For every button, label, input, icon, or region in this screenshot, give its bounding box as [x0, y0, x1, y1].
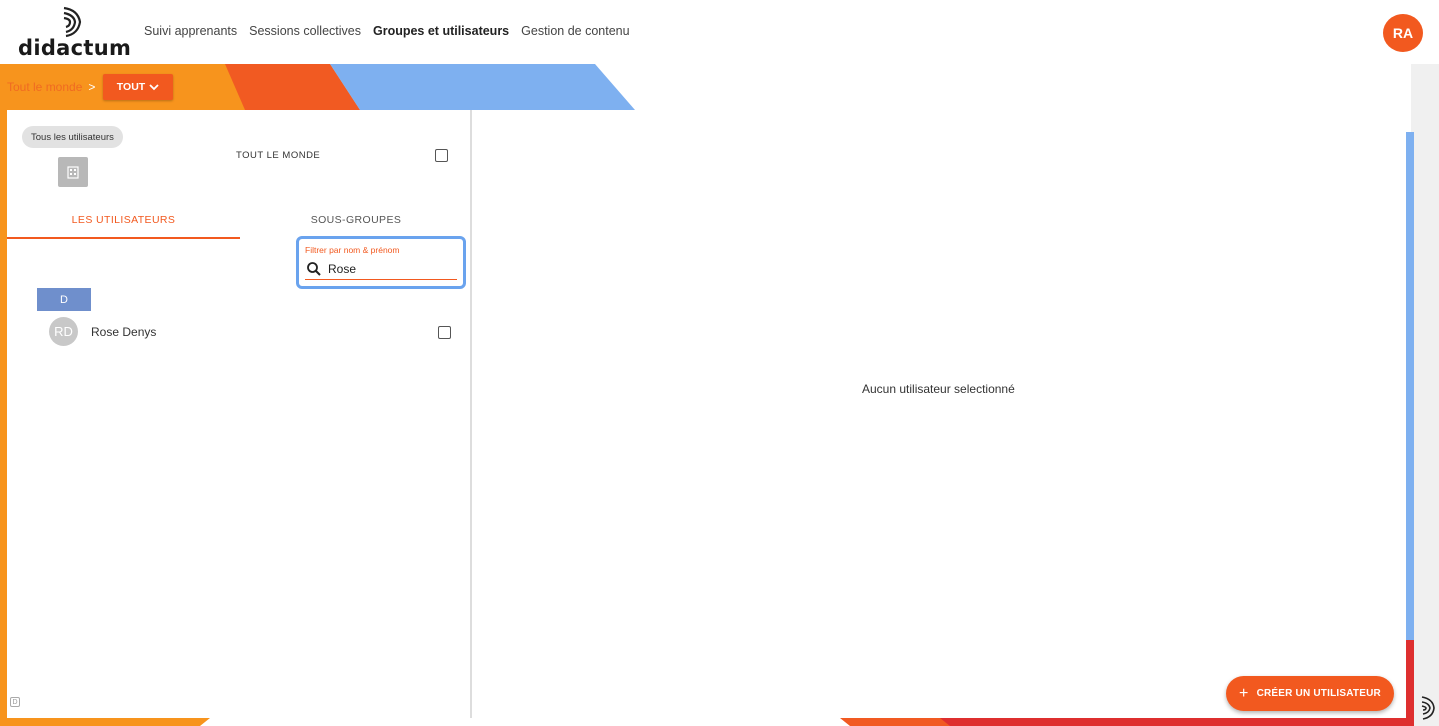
decorative-red-bar [1406, 640, 1414, 726]
decorative-left-bar [0, 110, 7, 726]
user-name[interactable]: Rose Denys [91, 325, 156, 339]
profile-avatar[interactable]: RA [1383, 14, 1423, 52]
main-nav: Suivi apprenants Sessions collectives Gr… [144, 24, 630, 38]
decorative-banner [0, 64, 635, 110]
user-detail-panel: Aucun utilisateur selectionné [475, 110, 1411, 718]
breadcrumb-separator: > [88, 80, 96, 94]
nav-groupes-utilisateurs[interactable]: Groupes et utilisateurs [373, 24, 509, 38]
breadcrumb: Tout le monde > [7, 80, 103, 94]
create-user-label: CRÉER UN UTILISATEUR [1256, 688, 1381, 699]
search-input[interactable] [328, 260, 458, 278]
letter-group-header: D [37, 288, 91, 311]
breadcrumb-root[interactable]: Tout le monde [7, 80, 82, 94]
users-panel: Tous les utilisateurs TOUT LE MONDE LES … [7, 110, 472, 718]
user-checkbox[interactable] [438, 326, 451, 339]
didactum-logo[interactable]: didactum [18, 6, 132, 60]
tab-subgroups[interactable]: SOUS-GROUPES [240, 214, 472, 237]
group-select-label: TOUT [116, 81, 146, 93]
everyone-checkbox[interactable] [435, 149, 448, 162]
right-gutter [1411, 64, 1439, 726]
group-select-button[interactable]: TOUT [103, 74, 173, 100]
plus-icon: + [1239, 684, 1249, 702]
nav-suivi-apprenants[interactable]: Suivi apprenants [144, 24, 237, 38]
search-label: Filtrer par nom & prénom [305, 245, 400, 255]
decorative-blue-bar [1406, 132, 1414, 640]
create-user-button[interactable]: + CRÉER UN UTILISATEUR [1226, 676, 1394, 711]
fingerprint-logo-icon [63, 6, 82, 38]
top-header: didactum Suivi apprenants Sessions colle… [0, 0, 1439, 64]
search-icon [307, 262, 321, 276]
all-users-chip[interactable]: Tous les utilisateurs [22, 126, 123, 148]
search-field: Filtrer par nom & prénom [296, 236, 466, 289]
chevron-down-icon [149, 84, 159, 91]
tab-users[interactable]: LES UTILISATEURS [7, 214, 240, 239]
nav-sessions-collectives[interactable]: Sessions collectives [249, 24, 361, 38]
footer-badge-icon: D [10, 697, 20, 707]
everyone-label: TOUT LE MONDE [236, 150, 321, 161]
fingerprint-corner-icon [1421, 696, 1435, 720]
search-underline [305, 279, 457, 280]
empty-selection-message: Aucun utilisateur selectionné [862, 382, 1015, 396]
logo-text: didactum [18, 36, 132, 60]
decorative-bottom-strip [0, 718, 1410, 726]
nav-gestion-contenu[interactable]: Gestion de contenu [521, 24, 629, 38]
user-avatar: RD [49, 317, 78, 346]
app-root: didactum Suivi apprenants Sessions colle… [0, 0, 1439, 726]
building-icon [58, 157, 88, 187]
